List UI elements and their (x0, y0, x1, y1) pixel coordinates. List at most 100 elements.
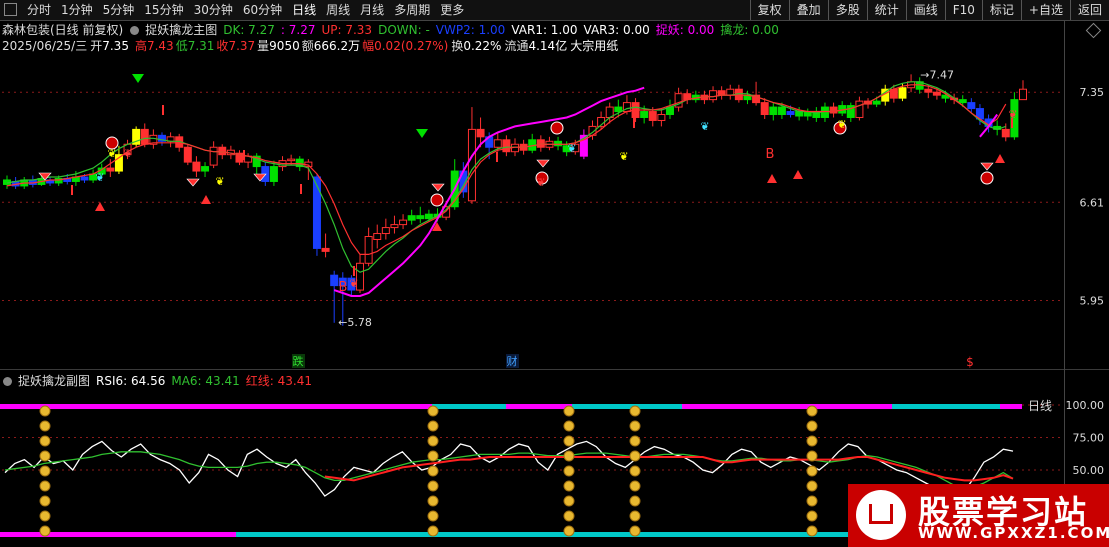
butterfly-icon-8: ❦ (700, 120, 709, 133)
money-bag-icon-2-8 (563, 525, 575, 537)
money-bag-icon-0-8 (39, 525, 51, 537)
candle-body-33 (287, 158, 296, 162)
candle-body-9 (80, 176, 89, 181)
money-bag-icon-3-1 (629, 420, 641, 432)
top-bar-seg-5 (892, 404, 1000, 409)
money-bag-icon-3-7 (629, 510, 641, 522)
red-triangle-6 (995, 154, 1005, 163)
round-badge-3 (550, 121, 564, 135)
candle-body-46 (399, 219, 408, 226)
chart-canvas[interactable]: 7.356.615.95←5.78→7.47跌财 $BB❦ ❦❦ ❦❦❦❦❦❦ ❦❦10… (0, 0, 1109, 547)
candle-body-42 (364, 236, 373, 264)
butterfly-icon-3: ❦ (215, 175, 224, 188)
money-bag-icon-0-3 (39, 450, 51, 462)
top-bar-seg-1 (432, 404, 506, 409)
money-bag-icon-3-5 (629, 480, 641, 492)
red-triangle-2 (201, 195, 211, 204)
money-bag-icon-4-7 (806, 510, 818, 522)
price-tick-0: 7.35 (1080, 86, 1105, 99)
money-bag-icon-2-6 (563, 495, 575, 507)
daily-label: 日线 (1028, 399, 1052, 413)
money-bag-icon-1-1 (427, 420, 439, 432)
candle-body-91 (786, 111, 795, 116)
candle-body-43 (373, 233, 382, 240)
butterfly-icon-7: ❦ (536, 176, 545, 189)
candle-body-12 (106, 167, 115, 172)
round-badge-1 (430, 193, 444, 207)
gem-icon-4 (536, 159, 550, 168)
red-triangle-1 (95, 202, 105, 211)
money-bag-icon-0-5 (39, 480, 51, 492)
candle-body-82 (709, 90, 718, 101)
money-bag-icon-4-2 (806, 435, 818, 447)
candle-body-25 (218, 146, 227, 156)
green-triangle-1 (132, 74, 144, 83)
candle-body-90 (777, 106, 786, 116)
b-signal-2: B (766, 147, 775, 162)
candle-body-116 (1001, 128, 1010, 138)
candle-body-76 (657, 114, 666, 121)
candle-body-54 (467, 128, 476, 202)
candle-body-83 (717, 90, 726, 96)
candle-body-36 (312, 176, 321, 249)
candle-body-104 (898, 87, 907, 99)
money-bag-icon-2-3 (563, 450, 575, 462)
book-logo-icon (856, 490, 906, 540)
money-bag-icon-0-0 (39, 405, 51, 417)
money-bag-icon-4-6 (806, 495, 818, 507)
money-bag-icon-3-3 (629, 450, 641, 462)
gem-icon-5 (980, 162, 994, 171)
red-triangle-4 (767, 174, 777, 183)
candle-body-45 (390, 224, 399, 229)
money-bag-icon-0-2 (39, 435, 51, 447)
candle-body-99 (855, 100, 864, 118)
candle-body-64 (554, 140, 563, 147)
high-price-label: →7.47 (920, 68, 954, 81)
sub-tick-0: 100.00 (1066, 399, 1105, 412)
money-bag-icon-4-5 (806, 480, 818, 492)
butterfly-icon-10: ❦ (1008, 108, 1017, 121)
top-bar-seg-0 (0, 404, 432, 409)
money-bag-icon-2-0 (563, 405, 575, 417)
candle-body-92 (795, 111, 804, 117)
candle-body-22 (192, 161, 201, 172)
money-bag-icon-0-4 (39, 465, 51, 477)
top-bar-seg-3 (572, 404, 682, 409)
money-bag-icon-1-2 (427, 435, 439, 447)
dollar-marker: $ (966, 355, 974, 369)
candle-body-49 (424, 213, 433, 220)
money-bag-icon-0-6 (39, 495, 51, 507)
candle-body-107 (924, 88, 933, 93)
watermark: 股票学习站 WWW.GPXXZ1.COM (848, 484, 1109, 547)
sub-tick-2: 50.00 (1073, 464, 1105, 477)
candle-body-74 (640, 111, 649, 118)
green-triangle-2 (416, 129, 428, 138)
candle-body-88 (760, 102, 769, 116)
candle-body-58 (502, 139, 511, 153)
money-bag-icon-3-0 (629, 405, 641, 417)
candle-body-96 (829, 106, 838, 114)
money-bag-icon-1-3 (427, 450, 439, 462)
price-tick-2: 5.95 (1080, 294, 1105, 307)
money-bag-icon-4-4 (806, 465, 818, 477)
top-bar-seg-6 (1000, 404, 1022, 409)
main-line-magenta (333, 86, 999, 297)
round-badge-5 (980, 171, 994, 185)
candle-body-71 (614, 106, 623, 113)
candle-body-23 (201, 166, 210, 172)
money-bag-icon-4-8 (806, 525, 818, 537)
money-bag-icon-0-1 (39, 420, 51, 432)
money-bag-icon-4-0 (806, 405, 818, 417)
candle-body-57 (493, 139, 502, 148)
candle-body-55 (476, 128, 485, 138)
gem-icon-1 (186, 178, 200, 187)
money-bag-icon-2-7 (563, 510, 575, 522)
butterfly-icon-4: ❦ (349, 277, 358, 290)
candle-body-111 (958, 99, 967, 104)
die-badge: 跌 (293, 354, 304, 368)
candle-body-47 (407, 215, 416, 221)
butterfly-icon-5: ❦ (567, 142, 576, 155)
candle-body-24 (209, 146, 218, 166)
money-bag-icon-2-4 (563, 465, 575, 477)
money-bag-icon-2-5 (563, 480, 575, 492)
